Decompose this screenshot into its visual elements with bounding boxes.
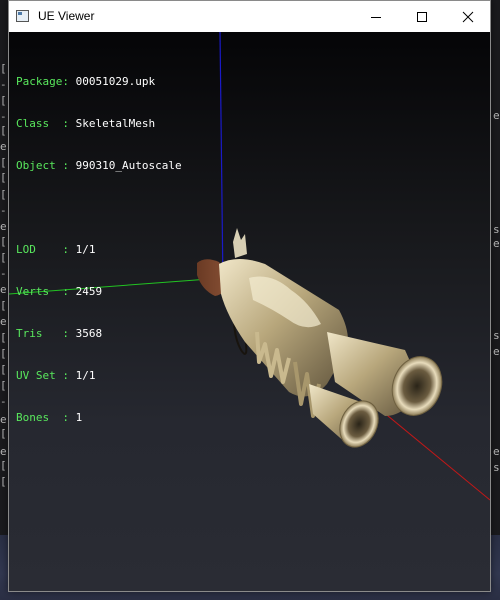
mesh-info-overlay: Package: 00051029.upk Class : SkeletalMe… — [16, 47, 182, 453]
info-row-bones: Bones : 1 — [16, 411, 182, 425]
background-glyph: [ — [0, 94, 7, 107]
background-glyph: s — [493, 329, 500, 342]
background-glyph: e — [493, 445, 500, 458]
maximize-icon — [417, 11, 427, 22]
background-glyph: e — [0, 315, 7, 328]
info-label-package: Package: — [16, 75, 69, 88]
minimize-icon — [371, 16, 381, 18]
info-row-uvset: UV Set : 1/1 — [16, 369, 182, 383]
3d-viewport[interactable]: Package: 00051029.upk Class : SkeletalMe… — [9, 32, 490, 591]
background-right-strip: esesees — [491, 0, 500, 600]
background-glyph: e — [493, 345, 500, 358]
info-row-lod: LOD : 1/1 — [16, 243, 182, 257]
background-glyph: [ — [0, 475, 7, 488]
info-label-class: Class : — [16, 117, 69, 130]
info-value-class: SkeletalMesh — [75, 117, 156, 130]
background-glyph: e — [0, 445, 7, 458]
background-glyph: s — [493, 461, 500, 474]
info-row-class: Class : SkeletalMesh — [16, 117, 182, 131]
window-title: UE Viewer — [38, 9, 95, 23]
skeletal-mesh — [197, 228, 443, 448]
background-glyph: [ — [0, 363, 7, 376]
background-glyph: [ — [0, 427, 7, 440]
info-value-verts: 2459 — [75, 285, 103, 298]
background-glyph: [ — [0, 235, 7, 248]
background-glyph: [ — [0, 347, 7, 360]
background-glyph: [ — [0, 251, 7, 264]
info-label-tris: Tris : — [16, 327, 69, 340]
background-glyph: [ — [0, 188, 7, 201]
background-glyph: [ — [0, 124, 7, 137]
background-glyph: e — [0, 220, 7, 233]
background-glyph: [ — [0, 331, 7, 344]
background-glyph: - — [0, 110, 7, 123]
maximize-button[interactable] — [399, 1, 445, 32]
info-value-package: 00051029.upk — [75, 75, 156, 88]
info-value-tris: 3568 — [75, 327, 103, 340]
minimize-button[interactable] — [353, 1, 399, 32]
info-value-bones: 1 — [75, 411, 83, 424]
background-glyph: [ — [0, 171, 7, 184]
title-bar[interactable]: UE Viewer — [9, 1, 490, 32]
background-glyph: e — [493, 237, 500, 250]
info-row-verts: Verts : 2459 — [16, 285, 182, 299]
z-axis-line — [219, 32, 224, 288]
background-glyph: [ — [0, 62, 7, 75]
background-glyph: e — [493, 109, 500, 122]
info-value-lod: 1/1 — [75, 243, 96, 256]
background-glyph: [ — [0, 299, 7, 312]
info-label-bones: Bones : — [16, 411, 69, 424]
background-glyph: e — [0, 413, 7, 426]
background-glyph: e — [0, 283, 7, 296]
info-label-uvset: UV Set : — [16, 369, 69, 382]
close-button[interactable] — [445, 1, 491, 32]
info-value-uvset: 1/1 — [75, 369, 96, 382]
window-app-icon — [16, 10, 29, 22]
background-glyph: s — [493, 223, 500, 236]
ue-viewer-window: UE Viewer Package: 00051029.upk Class: … — [8, 0, 491, 592]
info-label-object: Object : — [16, 159, 69, 172]
info-label-verts: Verts : — [16, 285, 69, 298]
info-row-tris: Tris : 3568 — [16, 327, 182, 341]
background-glyph: - — [0, 78, 7, 91]
background-glyph: - — [0, 267, 7, 280]
close-icon — [462, 11, 474, 22]
background-glyph: [ — [0, 156, 7, 169]
background-glyph: - — [0, 395, 7, 408]
info-row-object: Object : 990310_Autoscale — [16, 159, 182, 173]
info-value-object: 990310_Autoscale — [75, 159, 182, 172]
info-row-package: Package: 00051029.upk — [16, 75, 182, 89]
background-glyph: - — [0, 204, 7, 217]
background-glyph: e — [0, 140, 7, 153]
info-label-lod: LOD : — [16, 243, 69, 256]
background-glyph: [ — [0, 379, 7, 392]
background-glyph: [ — [0, 459, 7, 472]
